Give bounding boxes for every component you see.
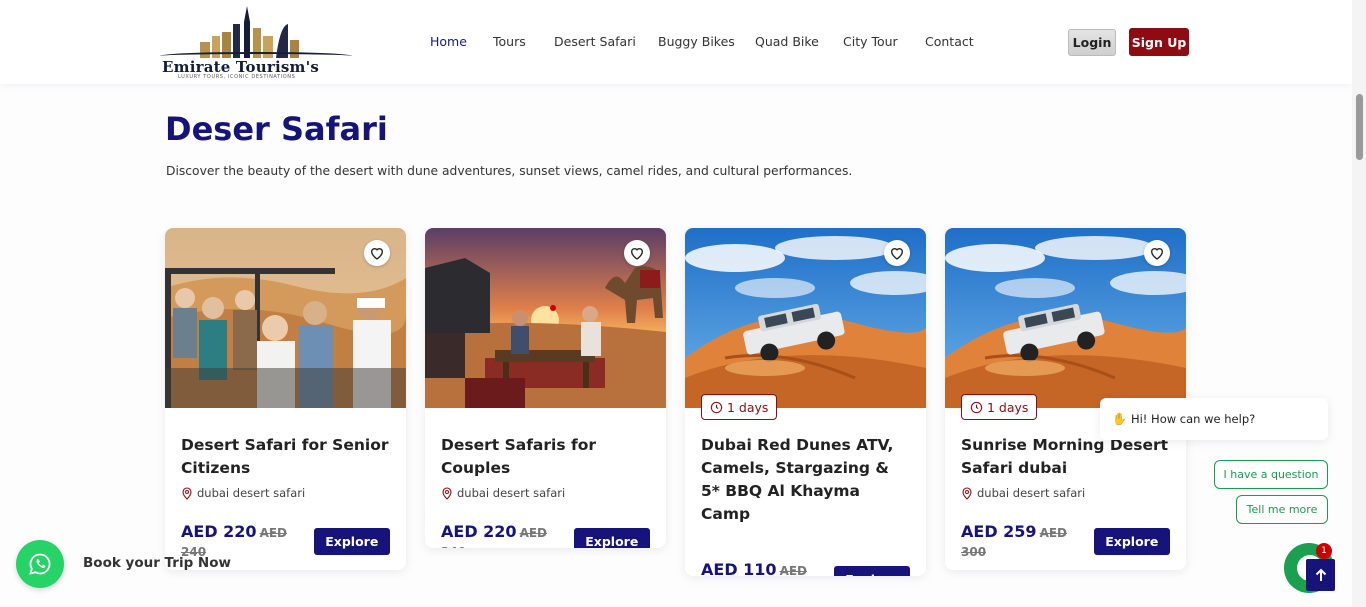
nav-item-city-tour[interactable]: City Tour (843, 34, 898, 49)
card-footer: AED 259 AED 300 Explore (961, 522, 1170, 560)
card-body: Desert Safaris for Couples dubai desert … (425, 408, 666, 548)
page-description: Discover the beauty of the desert with d… (166, 164, 853, 178)
card-location: dubai desert safari (961, 486, 1170, 500)
brand-logo[interactable]: Emirate Tourism's LUXURY TOURS, ICONIC D… (160, 6, 354, 80)
signup-button[interactable]: Sign Up (1129, 28, 1189, 56)
card-title[interactable]: Dubai Red Dunes ATV, Camels, Stargazing … (701, 434, 910, 526)
current-price: AED 220 (441, 522, 517, 541)
card-footer: AED 110AED 130 Explore (701, 560, 910, 576)
location-text: dubai desert safari (457, 486, 566, 500)
favorite-heart-icon[interactable] (624, 240, 650, 266)
price-block: AED 259 AED 300 (961, 522, 1094, 560)
current-price: AED 220 (181, 522, 257, 541)
site-header: Emirate Tourism's LUXURY TOURS, ICONIC D… (0, 0, 1352, 84)
card-body: Desert Safari for Senior Citizens dubai … (165, 408, 406, 570)
chat-greeting-bubble[interactable]: ✋ Hi! How can we help? (1100, 398, 1328, 440)
scroll-to-top-button[interactable] (1306, 559, 1335, 591)
card-footer: AED 220AED 240 Explore (441, 522, 650, 548)
chat-greeting-text: Hi! How can we help? (1130, 412, 1256, 426)
price-block: AED 110AED 130 (701, 560, 834, 576)
login-button[interactable]: Login (1068, 29, 1116, 56)
nav-item-quad-bike[interactable]: Quad Bike (755, 34, 819, 49)
brand-tagline: LUXURY TOURS, ICONIC DESTINATIONS (178, 74, 296, 80)
skyline-icon (200, 6, 299, 58)
whatsapp-button[interactable] (16, 540, 64, 588)
explore-button[interactable]: Explore (313, 527, 390, 555)
explore-button[interactable]: Explore (1093, 527, 1170, 555)
card-title[interactable]: Desert Safaris for Couples (441, 434, 650, 480)
whatsapp-icon (29, 553, 51, 575)
scrollbar-thumb[interactable] (1356, 94, 1363, 160)
card-body: Dubai Red Dunes ATV, Camels, Stargazing … (685, 408, 926, 576)
chat-unread-badge: 1 (1316, 543, 1332, 559)
tour-image[interactable] (945, 228, 1186, 408)
location-text: dubai desert safari (197, 486, 306, 500)
wave-hand-icon: ✋ (1112, 412, 1127, 426)
current-price: AED 259 (961, 522, 1037, 541)
chat-option-question[interactable]: I have a question (1214, 460, 1328, 489)
arrow-up-icon (1315, 568, 1326, 581)
tour-card[interactable]: Desert Safaris for Couples dubai desert … (425, 228, 666, 548)
location-pin-icon (182, 486, 192, 500)
page-title: Deser Safari (165, 110, 388, 148)
card-location: dubai desert safari (181, 486, 390, 500)
tour-card[interactable]: 1 days Dubai Red Dunes ATV, Camels, Star… (685, 228, 926, 576)
card-title[interactable]: Desert Safari for Senior Citizens (181, 434, 390, 480)
location-pin-icon (962, 486, 972, 500)
tour-card[interactable]: Desert Safari for Senior Citizens dubai … (165, 228, 406, 570)
nav-item-contact[interactable]: Contact (925, 34, 974, 49)
chat-option-tell-more[interactable]: Tell me more (1236, 495, 1328, 524)
nav-item-home[interactable]: Home (430, 34, 467, 49)
card-location: dubai desert safari (441, 486, 650, 500)
favorite-heart-icon[interactable] (884, 240, 910, 266)
tour-image[interactable] (685, 228, 926, 408)
explore-button[interactable]: Explore (573, 527, 650, 548)
favorite-heart-icon[interactable] (1144, 240, 1170, 266)
nav-item-tours[interactable]: Tours (493, 34, 526, 49)
nav-item-desert-safari[interactable]: Desert Safari (554, 34, 636, 49)
tour-image[interactable] (425, 228, 666, 408)
tour-image[interactable] (165, 228, 406, 408)
price-block: AED 220AED 240 (441, 522, 574, 548)
nav-item-buggy-bikes[interactable]: Buggy Bikes (658, 34, 735, 49)
location-pin-icon (442, 486, 452, 500)
current-price: AED 110 (701, 560, 777, 576)
card-title[interactable]: Sunrise Morning Desert Safari dubai (961, 434, 1170, 480)
explore-button[interactable]: Explore (833, 565, 910, 576)
page-scrollbar[interactable] (1352, 0, 1366, 607)
location-text: dubai desert safari (977, 486, 1086, 500)
whatsapp-label[interactable]: Book your Trip Now (83, 555, 231, 571)
favorite-heart-icon[interactable] (364, 240, 390, 266)
